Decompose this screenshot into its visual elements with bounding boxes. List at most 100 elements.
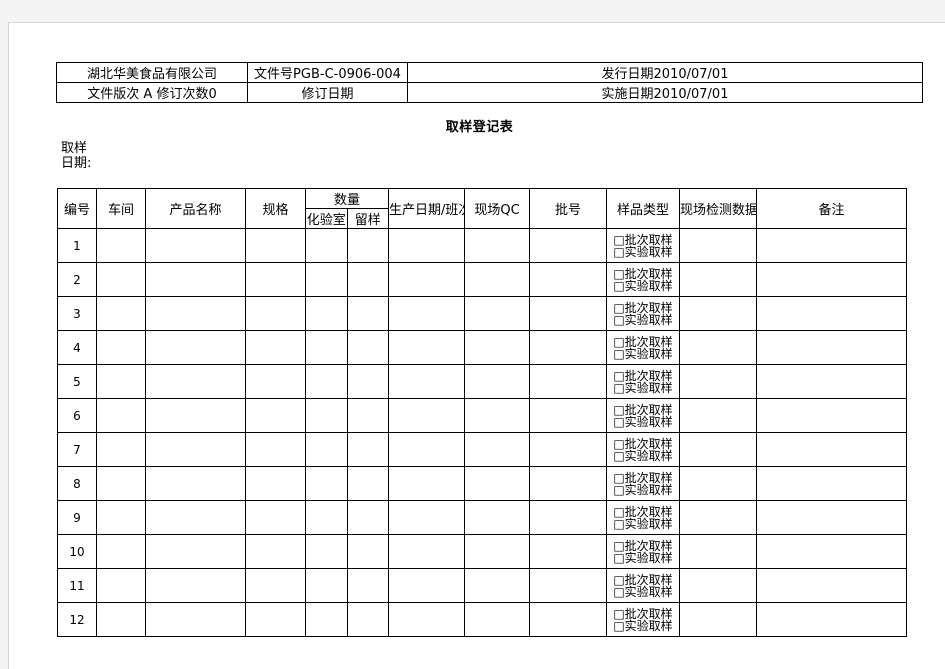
checkbox-experimental-sampling[interactable]: □实验取样 — [608, 450, 679, 462]
cell-production-date[interactable] — [388, 568, 465, 603]
cell-spec[interactable] — [245, 534, 306, 569]
cell-product-name[interactable] — [145, 398, 246, 433]
cell-spec[interactable] — [245, 466, 306, 501]
cell-quantity-lab[interactable] — [305, 534, 348, 569]
cell-lot-number[interactable] — [529, 432, 607, 467]
cell-sample-type[interactable]: □批次取样 □实验取样 — [606, 262, 680, 297]
cell-product-name[interactable] — [145, 500, 246, 535]
cell-onsite-test-data[interactable] — [679, 330, 757, 365]
table-row[interactable]: 3 □批次取样 □实验取样 — [57, 296, 907, 331]
cell-lot-number[interactable] — [529, 534, 607, 569]
checkbox-batch-sampling[interactable]: □批次取样 — [608, 540, 679, 552]
table-row[interactable]: 1 □批次取样 □实验取样 — [57, 228, 907, 263]
cell-onsite-qc[interactable] — [464, 602, 530, 637]
cell-remarks[interactable] — [756, 330, 907, 365]
cell-workshop[interactable] — [96, 296, 146, 331]
cell-lot-number[interactable] — [529, 262, 607, 297]
table-row[interactable]: 2 □批次取样 □实验取样 — [57, 262, 907, 297]
cell-lot-number[interactable] — [529, 330, 607, 365]
cell-quantity-retain[interactable] — [346, 228, 389, 263]
table-row[interactable]: 9 □批次取样 □实验取样 — [57, 500, 907, 535]
cell-sample-type[interactable]: □批次取样 □实验取样 — [606, 228, 680, 263]
cell-sample-type[interactable]: □批次取样 □实验取样 — [606, 568, 680, 603]
table-row[interactable]: 11 □批次取样 □实验取样 — [57, 568, 907, 603]
cell-remarks[interactable] — [756, 466, 907, 501]
cell-production-date[interactable] — [388, 602, 465, 637]
cell-workshop[interactable] — [96, 398, 146, 433]
cell-quantity-lab[interactable] — [305, 330, 348, 365]
cell-workshop[interactable] — [96, 228, 146, 263]
cell-product-name[interactable] — [145, 262, 246, 297]
checkbox-batch-sampling[interactable]: □批次取样 — [608, 608, 679, 620]
cell-production-date[interactable] — [388, 534, 465, 569]
checkbox-batch-sampling[interactable]: □批次取样 — [608, 404, 679, 416]
cell-spec[interactable] — [245, 296, 306, 331]
cell-remarks[interactable] — [756, 262, 907, 297]
checkbox-experimental-sampling[interactable]: □实验取样 — [608, 348, 679, 360]
cell-workshop[interactable] — [96, 568, 146, 603]
cell-remarks[interactable] — [756, 364, 907, 399]
cell-quantity-retain[interactable] — [346, 262, 389, 297]
cell-quantity-retain[interactable] — [346, 432, 389, 467]
cell-spec[interactable] — [245, 500, 306, 535]
cell-spec[interactable] — [245, 398, 306, 433]
cell-onsite-qc[interactable] — [464, 568, 530, 603]
cell-spec[interactable] — [245, 228, 306, 263]
checkbox-batch-sampling[interactable]: □批次取样 — [608, 336, 679, 348]
cell-lot-number[interactable] — [529, 398, 607, 433]
cell-onsite-test-data[interactable] — [679, 262, 757, 297]
cell-workshop[interactable] — [96, 602, 146, 637]
cell-remarks[interactable] — [756, 228, 907, 263]
cell-production-date[interactable] — [388, 262, 465, 297]
cell-production-date[interactable] — [388, 296, 465, 331]
cell-onsite-qc[interactable] — [464, 364, 530, 399]
cell-onsite-test-data[interactable] — [679, 364, 757, 399]
cell-onsite-qc[interactable] — [464, 432, 530, 467]
cell-workshop[interactable] — [96, 364, 146, 399]
cell-quantity-retain[interactable] — [346, 364, 389, 399]
cell-lot-number[interactable] — [529, 500, 607, 535]
cell-sample-type[interactable]: □批次取样 □实验取样 — [606, 602, 680, 637]
checkbox-experimental-sampling[interactable]: □实验取样 — [608, 552, 679, 564]
cell-remarks[interactable] — [756, 432, 907, 467]
cell-sample-type[interactable]: □批次取样 □实验取样 — [606, 432, 680, 467]
cell-remarks[interactable] — [756, 534, 907, 569]
checkbox-batch-sampling[interactable]: □批次取样 — [608, 302, 679, 314]
cell-lot-number[interactable] — [529, 602, 607, 637]
cell-quantity-lab[interactable] — [305, 466, 348, 501]
cell-quantity-lab[interactable] — [305, 364, 348, 399]
cell-production-date[interactable] — [388, 364, 465, 399]
cell-workshop[interactable] — [96, 330, 146, 365]
cell-quantity-lab[interactable] — [305, 568, 348, 603]
checkbox-batch-sampling[interactable]: □批次取样 — [608, 506, 679, 518]
cell-quantity-lab[interactable] — [305, 262, 348, 297]
cell-onsite-test-data[interactable] — [679, 500, 757, 535]
checkbox-experimental-sampling[interactable]: □实验取样 — [608, 382, 679, 394]
cell-product-name[interactable] — [145, 228, 246, 263]
cell-onsite-qc[interactable] — [464, 228, 530, 263]
cell-quantity-retain[interactable] — [346, 466, 389, 501]
checkbox-batch-sampling[interactable]: □批次取样 — [608, 438, 679, 450]
cell-spec[interactable] — [245, 330, 306, 365]
cell-quantity-retain[interactable] — [346, 602, 389, 637]
checkbox-experimental-sampling[interactable]: □实验取样 — [608, 620, 679, 632]
checkbox-batch-sampling[interactable]: □批次取样 — [608, 574, 679, 586]
cell-quantity-retain[interactable] — [346, 568, 389, 603]
cell-onsite-test-data[interactable] — [679, 398, 757, 433]
cell-product-name[interactable] — [145, 432, 246, 467]
checkbox-experimental-sampling[interactable]: □实验取样 — [608, 416, 679, 428]
cell-product-name[interactable] — [145, 364, 246, 399]
cell-product-name[interactable] — [145, 330, 246, 365]
cell-onsite-qc[interactable] — [464, 500, 530, 535]
cell-remarks[interactable] — [756, 296, 907, 331]
cell-quantity-retain[interactable] — [346, 500, 389, 535]
cell-remarks[interactable] — [756, 398, 907, 433]
checkbox-experimental-sampling[interactable]: □实验取样 — [608, 314, 679, 326]
cell-quantity-lab[interactable] — [305, 500, 348, 535]
cell-lot-number[interactable] — [529, 228, 607, 263]
table-row[interactable]: 10 □批次取样 □实验取样 — [57, 534, 907, 569]
checkbox-batch-sampling[interactable]: □批次取样 — [608, 268, 679, 280]
cell-quantity-retain[interactable] — [346, 398, 389, 433]
cell-production-date[interactable] — [388, 330, 465, 365]
cell-lot-number[interactable] — [529, 296, 607, 331]
